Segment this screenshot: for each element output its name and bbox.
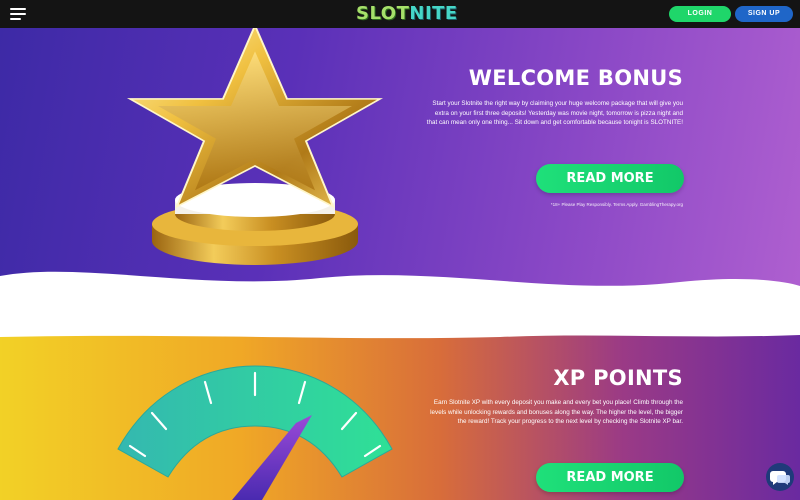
login-button[interactable]: LOGIN (669, 6, 731, 22)
welcome-line: extra on your first three deposits! Yest… (434, 109, 683, 117)
hamburger-icon[interactable] (10, 8, 26, 20)
welcome-line: that can mean only one thing... Sit down… (426, 119, 683, 127)
disclaimer-text: *18+ Please Play Responsibly. Terms Appl… (550, 202, 683, 207)
xp-section: XP POINTS Earn Slotnite XP with every de… (0, 331, 800, 500)
logo-part2: NITE (409, 3, 458, 24)
signup-button[interactable]: SIGN UP (735, 6, 793, 22)
xp-line: levels while unlocking rewards and bonus… (430, 408, 683, 416)
xp-description: Earn Slotnite XP with every deposit you … (383, 398, 683, 427)
welcome-read-more-button[interactable]: READ MORE (536, 164, 684, 193)
xp-title: XP POINTS (553, 366, 683, 390)
top-bar: SLOTNITE LOGIN SIGN UP (0, 0, 800, 28)
welcome-section: WELCOME BONUS Start your Slotnite the ri… (0, 28, 800, 366)
xp-line: Earn Slotnite XP with every deposit you … (433, 399, 683, 406)
welcome-line: Start your Slotnite the right way by cla… (432, 100, 683, 107)
xp-read-more-button[interactable]: READ MORE (536, 463, 684, 492)
welcome-description: Start your Slotnite the right way by cla… (383, 99, 683, 128)
logo[interactable]: SLOTNITE (356, 3, 458, 24)
xp-line: the reward! Track your progress to the n… (457, 418, 683, 426)
logo-part1: SLOT (356, 3, 410, 24)
chat-icon[interactable] (766, 463, 794, 491)
welcome-title: WELCOME BONUS (468, 66, 683, 90)
